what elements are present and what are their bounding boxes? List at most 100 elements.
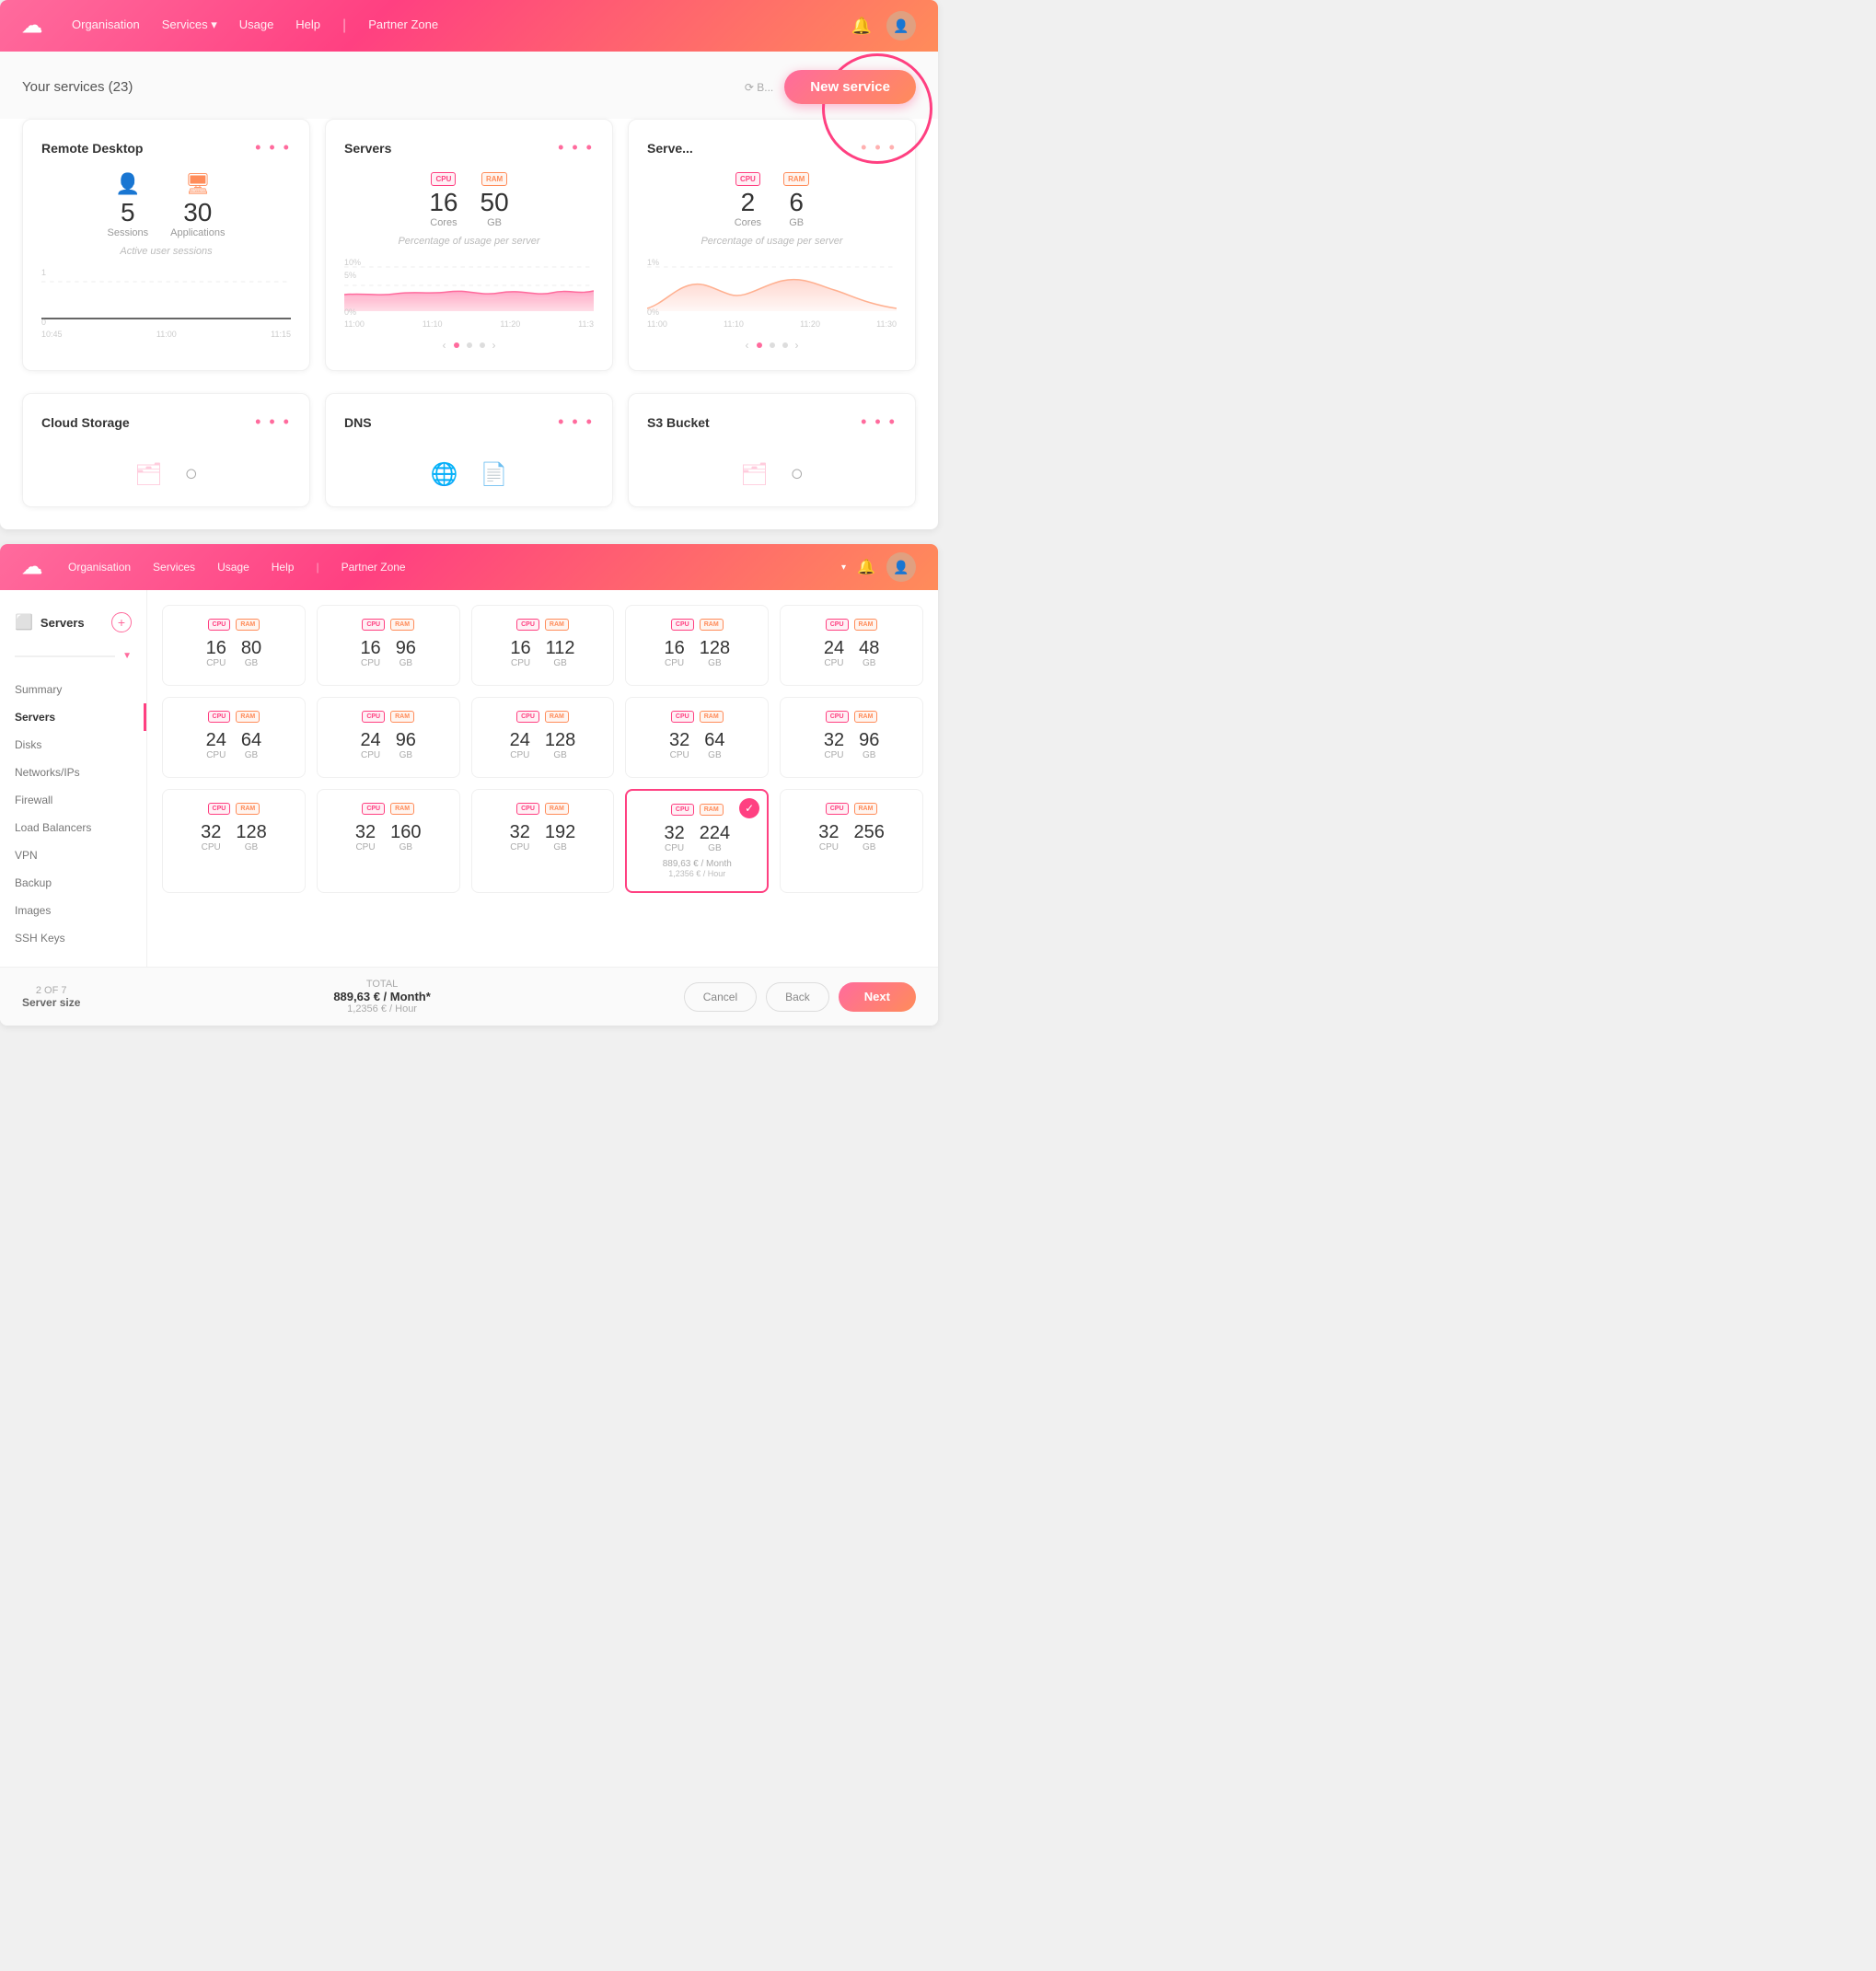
- gb-label: GB: [863, 842, 875, 852]
- card-menu-dots[interactable]: • • •: [861, 412, 897, 432]
- size-card-32-256[interactable]: CPU RAM 32 CPU 256 GB: [780, 789, 923, 893]
- dropdown-arrow[interactable]: ▾: [841, 562, 846, 573]
- back-button[interactable]: Back: [766, 982, 829, 1012]
- sidebar-item-load-balancers[interactable]: Load Balancers: [0, 814, 146, 841]
- gb-value: 112: [546, 638, 575, 658]
- nav-help[interactable]: Help: [295, 17, 320, 34]
- service-card-serverless[interactable]: Serve... • • • CPU 2 Cores RAM 6 GB: [628, 119, 916, 371]
- services-grid: Remote Desktop • • • 👤 5 Sessions 🖥 30 A…: [0, 119, 938, 393]
- sidebar-item-firewall[interactable]: Firewall: [0, 786, 146, 814]
- sidebar-item-networks[interactable]: Networks/IPs: [0, 759, 146, 786]
- page-dot[interactable]: [782, 342, 788, 348]
- card-menu-dots[interactable]: • • •: [558, 412, 594, 432]
- size-card-16-128[interactable]: CPU RAM 16 CPU 128 GB: [625, 605, 769, 686]
- wizard-buttons: Cancel Back Next: [684, 982, 916, 1012]
- size-card-32-64[interactable]: CPU RAM 32 CPU 64 GB: [625, 697, 769, 778]
- step-label: 2 OF 7: [22, 985, 80, 996]
- cpu-label: CPU: [510, 842, 529, 852]
- add-server-button[interactable]: +: [111, 612, 132, 632]
- size-card-24-48[interactable]: CPU RAM 24 CPU 48 GB: [780, 605, 923, 686]
- avatar[interactable]: 👤: [886, 552, 916, 582]
- gb-label: GB: [863, 658, 875, 668]
- nav-help[interactable]: Help: [272, 561, 295, 574]
- new-service-button[interactable]: New service: [784, 70, 916, 104]
- prev-arrow[interactable]: ‹: [746, 339, 749, 352]
- stat-label: GB: [481, 217, 509, 228]
- service-card-remote-desktop[interactable]: Remote Desktop • • • 👤 5 Sessions 🖥 30 A…: [22, 119, 310, 371]
- page-dot[interactable]: [467, 342, 472, 348]
- nav-usage[interactable]: Usage: [239, 17, 274, 34]
- nav-organisation[interactable]: Organisation: [68, 561, 131, 574]
- stat-value: 2: [735, 190, 761, 215]
- next-button[interactable]: Next: [839, 982, 916, 1012]
- size-card-32-192[interactable]: CPU RAM 32 CPU 192 GB: [471, 789, 615, 893]
- time-label: 10:45: [41, 330, 63, 339]
- chart-label: 10%: [344, 258, 361, 267]
- gb-label: GB: [553, 658, 566, 668]
- card-pagination: ‹ ›: [647, 339, 897, 352]
- filter-arrow[interactable]: ▼: [122, 651, 132, 661]
- nav-services[interactable]: Services: [162, 17, 217, 34]
- stat-value: 16: [429, 190, 457, 215]
- sidebar-item-servers[interactable]: Servers: [0, 703, 146, 731]
- cpu-badge: CPU: [516, 803, 539, 815]
- document-icon: 📄: [481, 461, 508, 488]
- service-card-servers[interactable]: Servers • • • CPU 16 Cores RAM 50 GB: [325, 119, 613, 371]
- page-dot[interactable]: [480, 342, 485, 348]
- nav-services[interactable]: Services: [153, 561, 195, 574]
- prev-arrow[interactable]: ‹: [443, 339, 446, 352]
- ram-badge: RAM: [390, 619, 414, 631]
- size-card-24-128[interactable]: CPU RAM 24 CPU 128 GB: [471, 697, 615, 778]
- wizard-step-info: 2 OF 7 Server size: [22, 985, 80, 1009]
- stat-label: Cores: [429, 217, 457, 228]
- service-card-cloud-storage[interactable]: Cloud Storage • • • 🗂 ○: [22, 393, 310, 507]
- size-card-24-64[interactable]: CPU RAM 24 CPU 64 GB: [162, 697, 306, 778]
- nav-partner-zone[interactable]: Partner Zone: [368, 17, 438, 34]
- bell-icon[interactable]: 🔔: [851, 17, 872, 36]
- sidebar-item-ssh-keys[interactable]: SSH Keys: [0, 924, 146, 952]
- size-card-24-96[interactable]: CPU RAM 24 CPU 96 GB: [317, 697, 460, 778]
- stat-label: Cores: [735, 217, 761, 228]
- sidebar-item-disks[interactable]: Disks: [0, 731, 146, 759]
- server-size-selector: CPU RAM 16 CPU 80 GB: [147, 590, 938, 967]
- bell-icon[interactable]: 🔔: [857, 558, 875, 576]
- card-menu-dots[interactable]: • • •: [255, 138, 291, 157]
- cpu-badge: CPU: [671, 711, 694, 723]
- avatar[interactable]: 👤: [886, 11, 916, 41]
- gb-label: GB: [553, 842, 566, 852]
- sidebar-item-vpn[interactable]: VPN: [0, 841, 146, 869]
- chart-times: 11:00 11:10 11:20 11:30: [647, 319, 897, 329]
- sidebar-item-backup[interactable]: Backup: [0, 869, 146, 897]
- size-card-32-96[interactable]: CPU RAM 32 CPU 96 GB: [780, 697, 923, 778]
- cpu-label: CPU: [824, 750, 843, 760]
- cpu-label: CPU: [665, 658, 684, 668]
- next-arrow[interactable]: ›: [492, 339, 496, 352]
- page-dot[interactable]: [770, 342, 775, 348]
- size-card-16-96[interactable]: CPU RAM 16 CPU 96 GB: [317, 605, 460, 686]
- size-card-32-160[interactable]: CPU RAM 32 CPU 160 GB: [317, 789, 460, 893]
- size-card-32-128[interactable]: CPU RAM 32 CPU 128 GB: [162, 789, 306, 893]
- card-menu-dots[interactable]: • • •: [558, 138, 594, 157]
- cpu-badge: CPU: [516, 619, 539, 631]
- next-arrow[interactable]: ›: [795, 339, 799, 352]
- nav-usage[interactable]: Usage: [217, 561, 249, 574]
- nav-organisation[interactable]: Organisation: [72, 17, 140, 34]
- gb-label: GB: [553, 750, 566, 760]
- service-card-dns[interactable]: DNS • • • 🌐 📄: [325, 393, 613, 507]
- cpu-label: CPU: [510, 750, 529, 760]
- cancel-button[interactable]: Cancel: [684, 982, 757, 1012]
- page-dot[interactable]: [454, 342, 459, 348]
- size-card-16-112[interactable]: CPU RAM 16 CPU 112 GB: [471, 605, 615, 686]
- page-dot[interactable]: [757, 342, 762, 348]
- gb-value: 224: [700, 823, 730, 843]
- size-card-32-224[interactable]: ✓ CPU RAM 32 CPU 224 GB: [625, 789, 769, 893]
- ram-badge: RAM: [700, 711, 724, 723]
- size-card-16-80[interactable]: CPU RAM 16 CPU 80 GB: [162, 605, 306, 686]
- sidebar-item-images[interactable]: Images: [0, 897, 146, 924]
- nav-partner-zone[interactable]: Partner Zone: [342, 561, 406, 574]
- card-menu-dots[interactable]: • • •: [861, 138, 897, 157]
- card-menu-dots[interactable]: • • •: [255, 412, 291, 432]
- sidebar-item-summary[interactable]: Summary: [0, 676, 146, 703]
- service-card-s3[interactable]: S3 Bucket • • • 🗂 ○: [628, 393, 916, 507]
- cpu-value: 32: [824, 730, 844, 750]
